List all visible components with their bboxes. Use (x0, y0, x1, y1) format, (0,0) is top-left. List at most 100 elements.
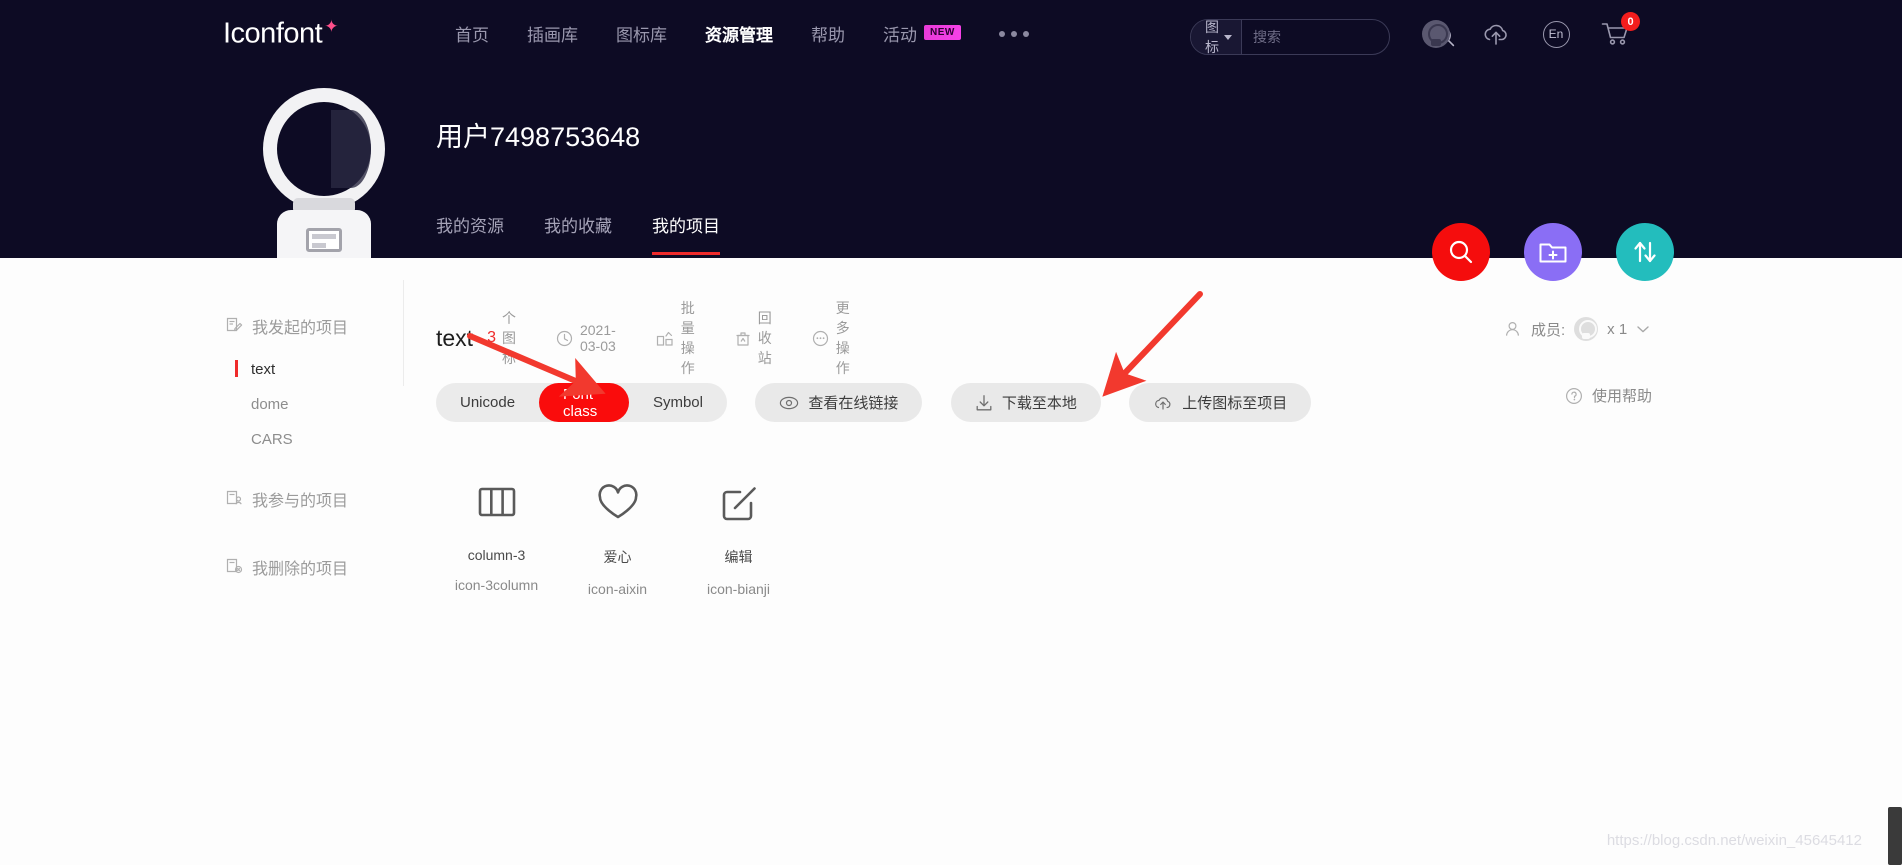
cart-icon[interactable]: 0 (1600, 12, 1640, 50)
icon-card[interactable]: column-3 icon-3column (436, 463, 557, 597)
sidebar-item-joined-projects[interactable]: 我参与的项目 (225, 479, 405, 519)
project-date-label: 2021-03-03 (579, 322, 616, 354)
nav-item-home[interactable]: 首页 (455, 21, 489, 46)
astronaut-avatar (243, 88, 403, 266)
batch-icon (656, 330, 674, 347)
icon-card[interactable]: 爱心 icon-aixin (557, 463, 678, 597)
tab-my-resources[interactable]: 我的资源 (436, 212, 504, 255)
cart-count-badge: 0 (1621, 12, 1640, 31)
icon-display-name: 编辑 (724, 549, 753, 565)
nav-item-illustrations[interactable]: 插画库 (527, 21, 578, 46)
upload-icons-label: 上传图标至项目 (1182, 395, 1288, 412)
ellipsis-icon[interactable] (998, 30, 1029, 37)
nav-item-activity[interactable]: 活动 NEW (883, 21, 961, 46)
brand-logo-text: Iconfont (223, 17, 323, 50)
members-label: 成员: (1531, 321, 1566, 339)
nav-link-activity[interactable]: 活动 (883, 21, 917, 46)
usage-help-link[interactable]: 使用帮助 (1565, 385, 1652, 406)
main-content: 我发起的项目 text dome CARS 我参与的项目 我删除的项目 text… (0, 258, 1902, 865)
icon-class-name: icon-aixin (587, 581, 648, 597)
language-label: En (1542, 20, 1570, 48)
ellipsis-dot (998, 30, 1005, 37)
project-deleted-icon (225, 558, 243, 576)
segment-unicode[interactable]: Unicode (436, 383, 539, 422)
project-members[interactable]: 成员: x 1 (1503, 317, 1650, 341)
sidebar-project-dome[interactable]: dome (225, 387, 405, 422)
project-date: 2021-03-03 (556, 322, 616, 354)
download-local-label: 下载至本地 (1001, 395, 1077, 412)
icon-card[interactable]: 编辑 icon-bianji (678, 463, 799, 597)
ellipsis-dot (1010, 30, 1017, 37)
sidebar-project-cars[interactable]: CARS (225, 422, 405, 457)
sidebar-item-deleted-projects[interactable]: 我删除的项目 (225, 547, 405, 587)
segment-symbol[interactable]: Symbol (629, 383, 727, 422)
project-edit-icon (225, 317, 243, 335)
question-circle-icon (1565, 387, 1583, 405)
nav-item-help[interactable]: 帮助 (811, 21, 845, 46)
icon-display-name: column-3 (467, 547, 526, 563)
cloud-up-icon (1153, 394, 1173, 412)
page-title: 用户7498753648 (436, 122, 641, 152)
project-member-icon (225, 490, 243, 508)
batch-operations-label: 批量操作 (680, 300, 695, 376)
search-fab[interactable] (1432, 223, 1490, 281)
nav-link-resource-management[interactable]: 资源管理 (705, 21, 773, 46)
clock-icon (556, 330, 573, 347)
project-header: text 3 个图标 2021-03-03 批量操作 回收站 更多操作 (436, 298, 850, 378)
nav-link-illustrations[interactable]: 插画库 (527, 21, 578, 46)
floating-action-buttons (1432, 223, 1674, 281)
header-icon-group: En 0 (1420, 12, 1640, 50)
members-count: x 1 (1607, 320, 1628, 338)
chevron-down-icon[interactable] (1636, 324, 1650, 334)
view-online-link-button[interactable]: 查看在线链接 (755, 383, 923, 422)
usage-help-label: 使用帮助 (1592, 388, 1653, 405)
nav-item-icons[interactable]: 图标库 (616, 21, 667, 46)
scrollbar-thumb[interactable] (1888, 807, 1902, 865)
top-navigation-bar: Iconfont ✦ 首页 插画库 图标库 资源管理 帮助 活动 NEW 图标 … (0, 0, 1902, 74)
avatar (1422, 20, 1450, 48)
icon-grid: column-3 icon-3column 爱心 icon-aixin 编辑 i… (436, 463, 799, 597)
download-local-button[interactable]: 下载至本地 (950, 383, 1101, 422)
member-icon (1503, 320, 1522, 338)
project-sidebar: 我发起的项目 text dome CARS 我参与的项目 我删除的项目 (225, 306, 405, 593)
more-circle-icon (812, 330, 829, 347)
main-nav: 首页 插画库 图标库 资源管理 帮助 活动 NEW (455, 21, 1029, 46)
avatar (1574, 317, 1599, 341)
helmet-shine (331, 110, 371, 188)
batch-operations-button[interactable]: 批量操作 (656, 298, 695, 378)
chevron-down-icon (1224, 34, 1232, 40)
project-icon-count-label: 个图标 (501, 310, 516, 366)
brand-star-icon: ✦ (324, 17, 338, 36)
tab-my-favorites[interactable]: 我的收藏 (544, 212, 612, 255)
project-toolbar: Unicode Font class Symbol 查看在线链接 下载至本地 上… (436, 383, 1312, 422)
brand-logo[interactable]: Iconfont ✦ (223, 17, 338, 51)
user-avatar-icon[interactable] (1420, 18, 1452, 50)
global-search[interactable]: 图标 (1190, 19, 1455, 55)
column-3-icon (436, 463, 557, 541)
nav-link-home[interactable]: 首页 (455, 21, 489, 46)
cloud-upload-icon[interactable] (1480, 18, 1512, 50)
segment-font-class[interactable]: Font class (539, 383, 629, 422)
search-category-select[interactable]: 图标 (1191, 19, 1242, 55)
icon-display-name: 爱心 (603, 549, 632, 565)
recycle-bin-button[interactable]: 回收站 (735, 308, 772, 368)
search-input[interactable] (1242, 20, 1434, 54)
sidebar-label: 我参与的项目 (252, 493, 349, 510)
nav-link-icons[interactable]: 图标库 (616, 21, 667, 46)
nav-link-help[interactable]: 帮助 (811, 21, 845, 46)
tab-my-projects[interactable]: 我的项目 (652, 212, 720, 255)
more-operations-button[interactable]: 更多操作 (812, 298, 850, 378)
sidebar-project-text[interactable]: text (225, 352, 405, 387)
new-badge: NEW (924, 25, 961, 40)
sidebar-label: 我删除的项目 (252, 561, 349, 578)
new-project-fab[interactable] (1524, 223, 1582, 281)
sort-fab[interactable] (1616, 223, 1674, 281)
nav-item-resource-management[interactable]: 资源管理 (705, 21, 773, 46)
format-segmented-control: Unicode Font class Symbol (436, 383, 727, 422)
more-operations-label: 更多操作 (835, 300, 850, 376)
sidebar-item-my-created-projects[interactable]: 我发起的项目 (225, 306, 405, 346)
icon-class-name: icon-3column (454, 577, 539, 593)
upload-icons-button[interactable]: 上传图标至项目 (1129, 383, 1312, 422)
language-icon[interactable]: En (1540, 18, 1572, 50)
